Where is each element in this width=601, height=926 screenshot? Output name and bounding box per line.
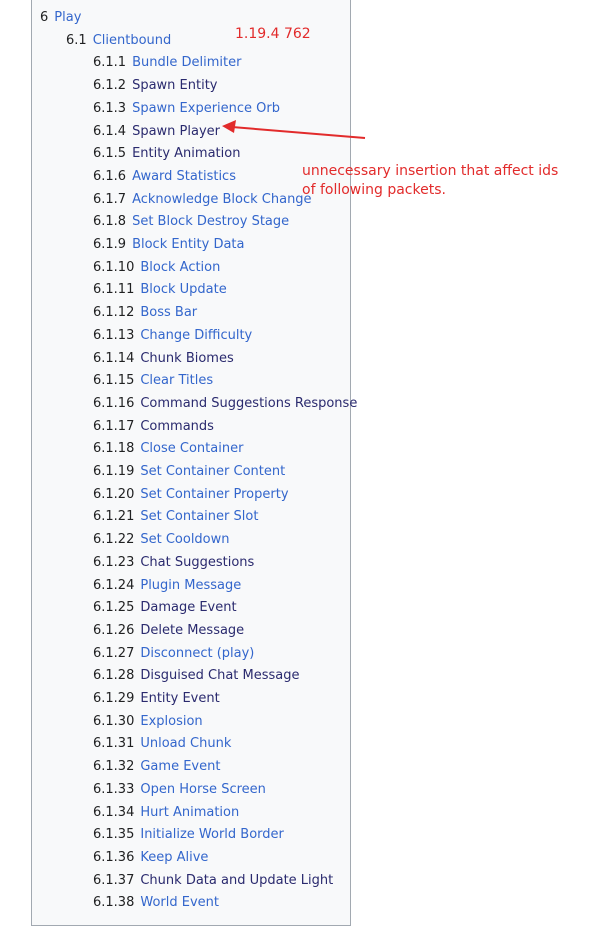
annotation-arrow: [222, 120, 366, 139]
arrow-head: [222, 120, 236, 133]
arrow-shaft: [231, 126, 366, 139]
